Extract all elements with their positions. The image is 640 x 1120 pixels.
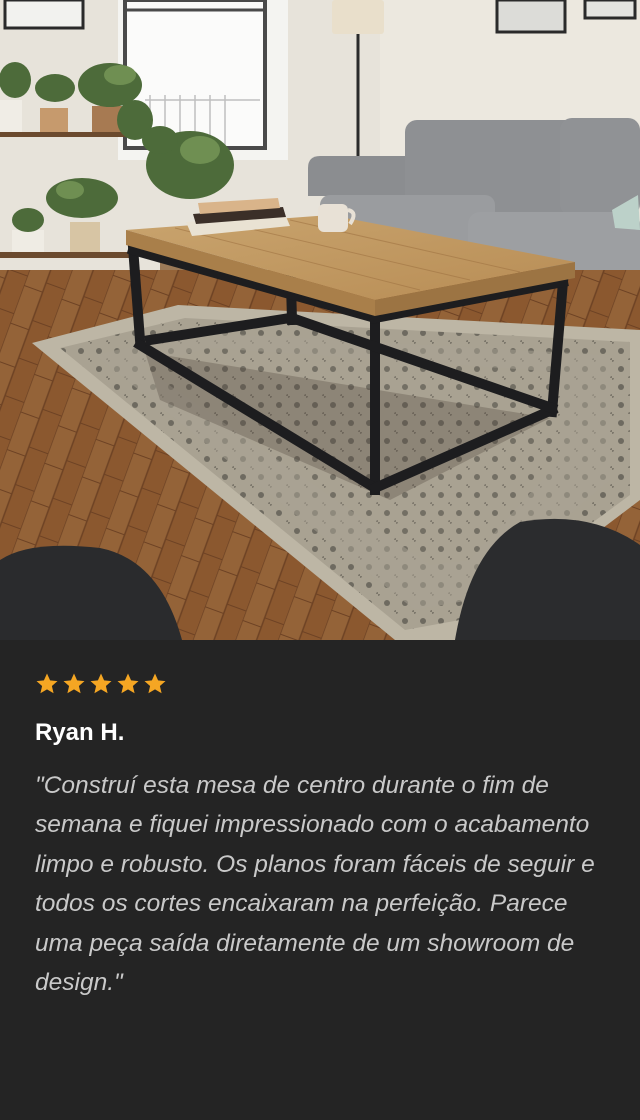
review-card: Ryan H. "Construí esta mesa de centro du…: [0, 0, 640, 1120]
star-rating: [35, 672, 167, 696]
star-icon: [144, 673, 166, 694]
product-photo: [0, 0, 640, 640]
reviewer-name: Ryan H.: [35, 719, 125, 746]
star-icon: [117, 673, 139, 694]
star-icon: [90, 673, 112, 694]
review-section: Ryan H. "Construí esta mesa de centro du…: [0, 640, 640, 1120]
star-icon: [36, 673, 58, 694]
review-quote: "Construí esta mesa de centro durante o …: [35, 772, 595, 997]
star-icon: [63, 673, 85, 694]
